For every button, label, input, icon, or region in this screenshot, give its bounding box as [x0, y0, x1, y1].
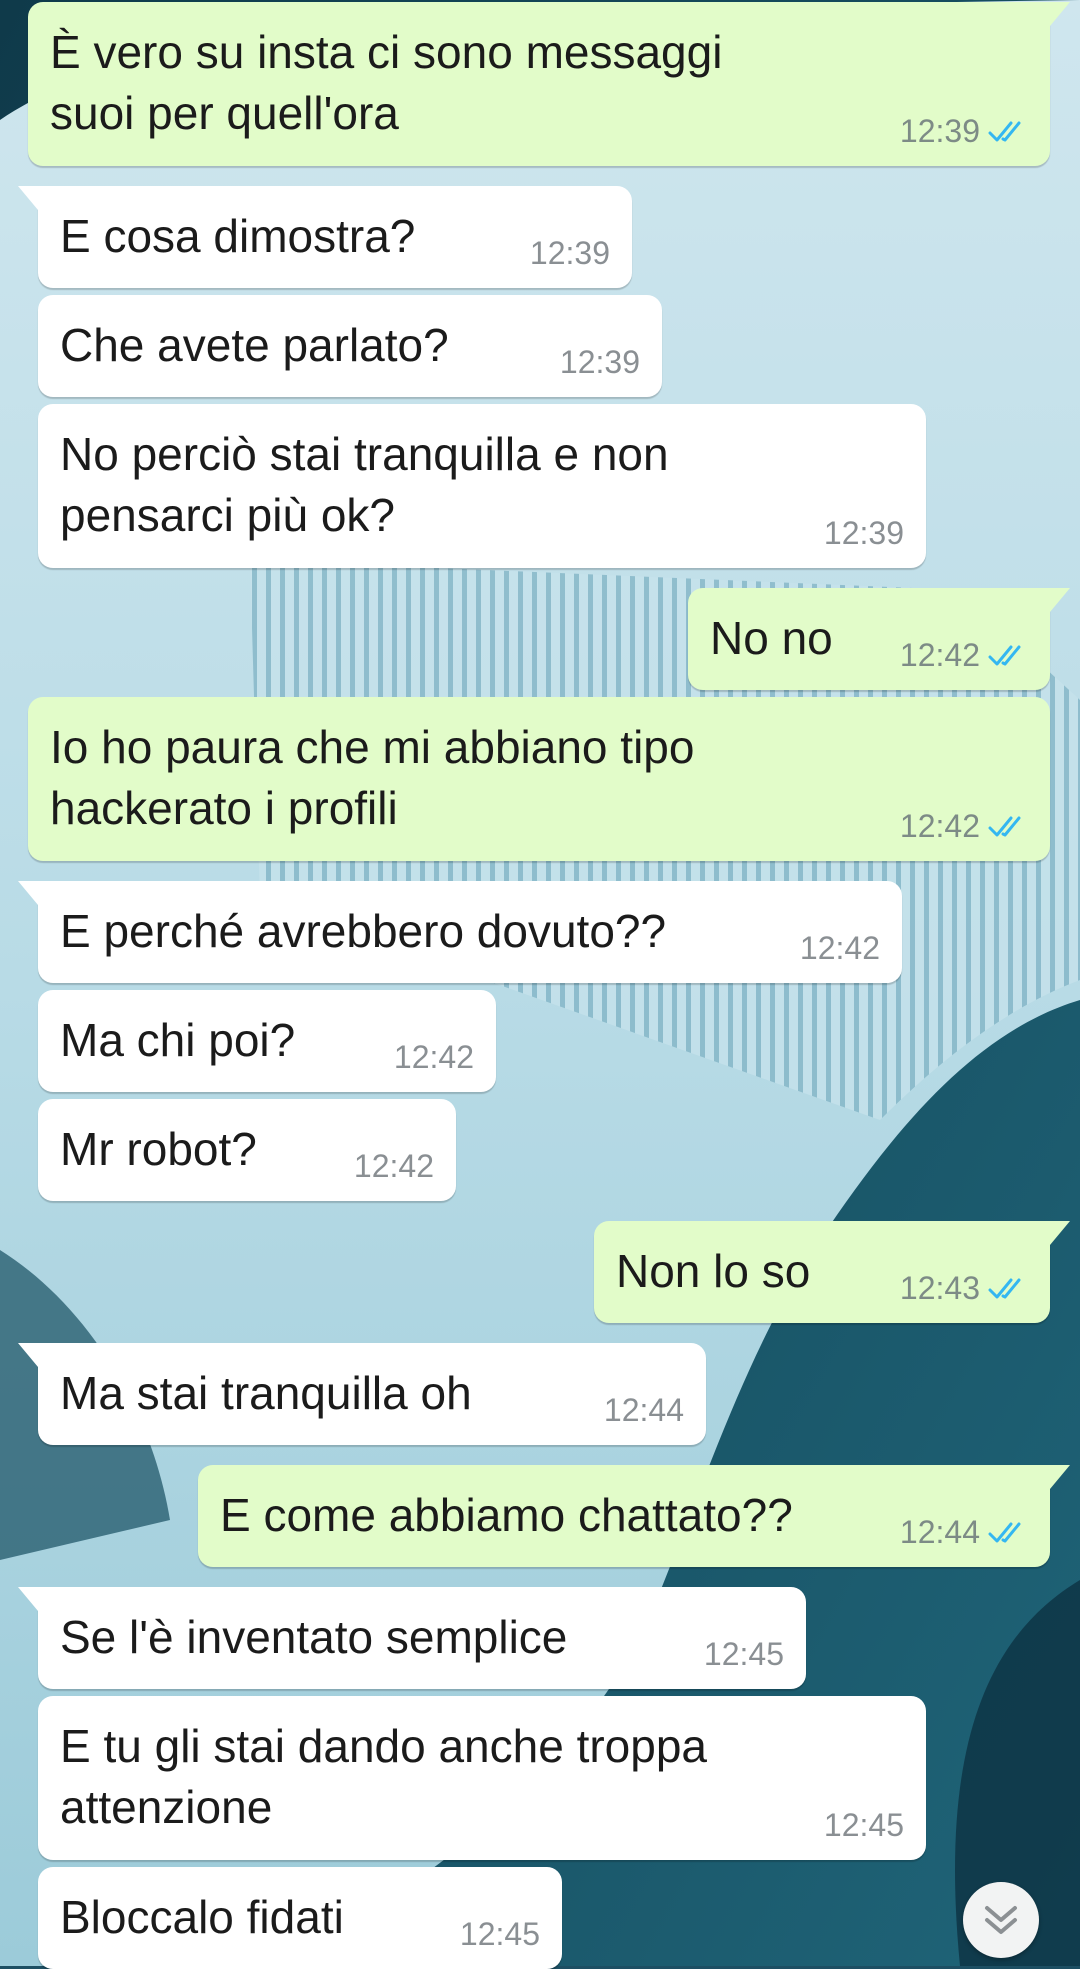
message-meta: 12:45	[704, 1636, 784, 1673]
incoming-message-bubble[interactable]: E cosa dimostra? 12:39	[18, 186, 632, 288]
message-time: 12:42	[899, 637, 980, 673]
incoming-message-bubble[interactable]: No perciò stai tranquilla e non pensarci…	[38, 404, 926, 568]
message-time: 12:45	[703, 1636, 784, 1672]
message-meta: 12:39	[900, 113, 1028, 150]
message-time: 12:39	[559, 344, 640, 380]
incoming-message-bubble[interactable]: E perché avrebbero dovuto?? 12:42	[18, 881, 902, 983]
message-text: Se l'è inventato semplice	[60, 1611, 568, 1663]
message-text: Ma stai tranquilla oh	[60, 1367, 472, 1419]
message-text: E cosa dimostra?	[60, 210, 416, 262]
message-meta: 12:45	[460, 1916, 540, 1953]
message-text: Io ho paura che mi abbiano tipo hackerat…	[50, 721, 695, 834]
message-text: E perché avrebbero dovuto??	[60, 905, 667, 957]
incoming-message-bubble[interactable]: Se l'è inventato semplice 12:45	[18, 1587, 806, 1689]
message-time: 12:39	[899, 113, 980, 149]
message-time: 12:45	[823, 1807, 904, 1843]
message-meta: 12:44	[900, 1514, 1028, 1551]
message-meta: 12:39	[530, 235, 610, 272]
message-time: 12:45	[459, 1916, 540, 1952]
message-meta: 12:42	[354, 1148, 434, 1185]
message-meta: 12:44	[604, 1392, 684, 1429]
message-meta: 12:45	[824, 1807, 904, 1844]
incoming-message-bubble[interactable]: Mr robot? 12:42	[38, 1099, 456, 1201]
message-meta: 12:39	[560, 344, 640, 381]
message-text: E tu gli stai dando anche troppa attenzi…	[60, 1720, 708, 1833]
message-time: 12:42	[799, 930, 880, 966]
message-meta: 12:42	[394, 1039, 474, 1076]
message-time: 12:39	[529, 235, 610, 271]
outgoing-message-bubble[interactable]: E come abbiamo chattato?? 12:44	[198, 1465, 1070, 1567]
outgoing-message-bubble[interactable]: No no 12:42	[688, 588, 1070, 690]
message-time: 12:43	[899, 1270, 980, 1306]
message-meta: 12:42	[800, 930, 880, 967]
message-meta: 12:42	[900, 637, 1028, 674]
message-time: 12:42	[899, 808, 980, 844]
message-meta: 12:42	[900, 808, 1028, 845]
scroll-to-bottom-button[interactable]	[963, 1882, 1039, 1958]
message-time: 12:42	[393, 1039, 474, 1075]
incoming-message-bubble[interactable]: Ma chi poi? 12:42	[38, 990, 496, 1092]
message-text: Che avete parlato?	[60, 319, 449, 371]
message-time: 12:44	[603, 1392, 684, 1428]
message-text: È vero su insta ci sono messaggi suoi pe…	[50, 26, 723, 139]
message-meta: 12:43	[900, 1270, 1028, 1307]
read-receipt-icon	[988, 1522, 1021, 1542]
read-receipt-icon	[988, 645, 1021, 665]
read-receipt-icon	[988, 121, 1021, 141]
message-time: 12:42	[353, 1148, 434, 1184]
outgoing-message-bubble[interactable]: Non lo so 12:43	[594, 1221, 1070, 1323]
read-receipt-icon	[988, 816, 1021, 836]
incoming-message-bubble[interactable]: Ma stai tranquilla oh 12:44	[18, 1343, 706, 1445]
read-receipt-icon	[988, 1278, 1021, 1298]
outgoing-message-bubble[interactable]: Io ho paura che mi abbiano tipo hackerat…	[28, 697, 1050, 861]
message-time: 12:39	[823, 515, 904, 551]
message-meta: 12:39	[824, 515, 904, 552]
incoming-message-bubble[interactable]: Bloccalo fidati 12:45	[38, 1867, 562, 1969]
incoming-message-bubble[interactable]: E tu gli stai dando anche troppa attenzi…	[38, 1696, 926, 1860]
message-text: No perciò stai tranquilla e non pensarci…	[60, 428, 669, 541]
incoming-message-bubble[interactable]: Che avete parlato? 12:39	[38, 295, 662, 397]
message-time: 12:44	[899, 1514, 980, 1550]
double-chevron-down-icon	[985, 1906, 1017, 1934]
outgoing-message-bubble[interactable]: È vero su insta ci sono messaggi suoi pe…	[28, 2, 1070, 166]
